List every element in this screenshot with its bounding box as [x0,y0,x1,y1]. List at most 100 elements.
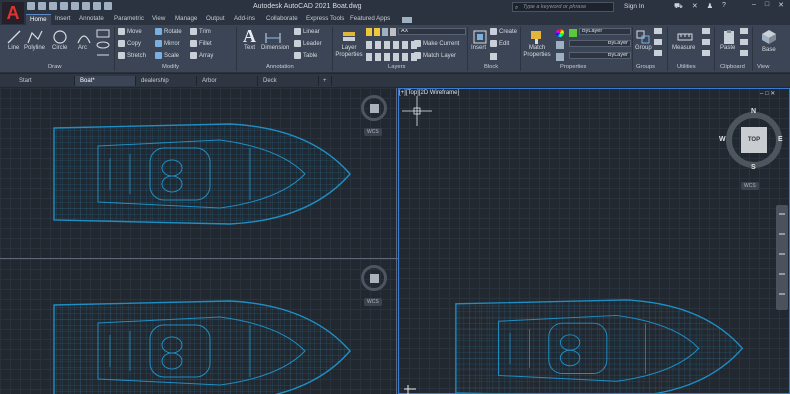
navigation-bar[interactable] [776,205,788,310]
boat-drawing-right[interactable] [452,294,752,394]
move-button[interactable]: Move [118,28,142,35]
viewport-window-controls[interactable]: – □ ✕ [760,90,775,97]
base-button[interactable]: Base [762,47,776,53]
draw-small-tools-icon[interactable] [95,28,113,60]
paste-icon[interactable] [721,29,737,45]
match-layer-button[interactable]: Match Layer [414,52,456,59]
doc-tab-deck[interactable]: Deck [258,76,319,86]
arc-button[interactable]: Arc [78,45,87,51]
utilities-tools-icons[interactable] [702,28,710,60]
viewcube-face-icon[interactable] [370,274,379,283]
help-icon[interactable]: ? [722,2,726,11]
tab-manage[interactable]: Manage [175,15,197,22]
make-current-button[interactable]: Make Current [414,40,459,47]
sign-in-link[interactable]: Sign In [624,3,644,10]
wcs-menu-right[interactable]: WCS [741,182,759,190]
match-properties-icon[interactable] [528,29,544,45]
share-icon[interactable] [104,2,112,10]
tab-view[interactable]: View [152,15,165,22]
plot-icon[interactable] [71,2,79,10]
rotate-button[interactable]: Rotate [155,28,182,35]
layer-properties-button[interactable]: Layer Properties [334,45,364,59]
base-view-icon[interactable] [761,29,777,45]
paste-button[interactable]: Paste [720,45,735,51]
tab-output[interactable]: Output [206,15,225,22]
linear-button[interactable]: Linear [294,28,320,35]
viewcube-top-left[interactable] [361,95,387,121]
viewcube-bottom-left[interactable] [361,265,387,291]
line-button[interactable]: Line [8,45,19,51]
doc-tab-dealership[interactable]: dealership [136,76,197,86]
draw-panel-title[interactable]: Draw [48,64,62,70]
layer-tools-row2[interactable] [366,53,418,61]
lineweight-dropdown[interactable]: ByLayer [569,40,631,47]
wcs-menu-top-left[interactable]: WCS [364,128,382,136]
array-button[interactable]: Array [190,52,213,59]
tab-insert[interactable]: Insert [55,15,70,22]
boat-drawing-top-left[interactable] [50,118,360,230]
table-button[interactable]: Table [294,52,317,59]
circle-button[interactable]: Circle [52,45,67,51]
redo-icon[interactable] [93,2,101,10]
color-dropdown[interactable]: ByLayer [579,28,631,35]
viewport-divider-h[interactable] [0,258,398,259]
create-block-button[interactable]: Create [490,28,517,35]
linetype-icon[interactable] [556,53,564,61]
compass-south[interactable]: S [751,164,756,171]
application-menu-button[interactable]: A [2,2,24,24]
block-attribute-icon[interactable] [490,53,497,60]
properties-panel-title[interactable]: Properties [560,64,586,70]
layers-panel-title[interactable]: Layers [388,64,405,70]
layer-dropdown[interactable]: AX [398,28,466,35]
wcs-menu-bottom-left[interactable]: WCS [364,298,382,306]
layer-tools-row1[interactable] [366,41,418,49]
polyline-icon[interactable] [26,29,44,45]
linetype-dropdown[interactable]: ByLayer [569,52,631,59]
scale-button[interactable]: Scale [155,52,179,59]
close-icon[interactable]: ✕ [778,1,784,9]
open-file-icon[interactable] [38,2,46,10]
compass-east[interactable]: E [778,136,783,143]
undo-icon[interactable] [82,2,90,10]
dimension-icon[interactable] [264,29,282,45]
copy-button[interactable]: Copy [118,40,141,47]
lineweight-icon[interactable] [556,41,564,49]
user-icon[interactable]: ♟ [707,2,713,11]
save-as-icon[interactable] [60,2,68,10]
line-icon[interactable] [6,29,22,45]
compass-north[interactable]: N [751,108,756,115]
mirror-button[interactable]: Mirror [155,40,180,47]
viewcube-face-icon[interactable] [370,104,379,113]
match-properties-button[interactable]: Match Properties [522,45,552,59]
tab-add-ins[interactable]: Add-ins [234,15,255,22]
leader-button[interactable]: Leader [294,40,322,47]
block-panel-title[interactable]: Block [484,64,498,70]
edit-block-button[interactable]: Edit [490,40,509,47]
circle-icon[interactable] [52,29,68,45]
navigation-viewcube[interactable]: TOP [726,112,782,168]
doc-tab-arbor[interactable]: Arbor [197,76,258,86]
viewport-divider-v[interactable] [396,88,397,394]
doc-tab-start[interactable]: Start [14,76,75,86]
new-file-icon[interactable] [27,2,35,10]
stretch-button[interactable]: Stretch [118,52,146,59]
polyline-button[interactable]: Polyline [24,45,45,51]
new-tab-button[interactable]: + [320,76,332,86]
text-icon[interactable]: A [243,26,256,47]
tab-collaborate[interactable]: Collaborate [266,15,298,22]
compass-west[interactable]: W [719,136,726,143]
view-panel-title[interactable]: View [757,64,769,70]
viewcube-top-face[interactable]: TOP [741,127,767,153]
minimize-icon[interactable]: – [752,1,756,9]
exchange-icon[interactable]: ✕ [692,2,698,11]
ribbon-toggle-icon[interactable] [402,17,412,23]
dimension-button[interactable]: Dimension [261,45,289,51]
color-wheel-icon[interactable] [556,29,564,37]
insert-button[interactable]: Insert [471,45,486,51]
clipboard-tools-icons[interactable] [740,28,748,60]
measure-icon[interactable] [677,29,693,45]
group-tools-icons[interactable] [654,28,662,60]
layer-properties-icon[interactable] [341,29,357,45]
measure-button[interactable]: Measure [672,45,695,51]
group-icon[interactable] [635,29,651,45]
